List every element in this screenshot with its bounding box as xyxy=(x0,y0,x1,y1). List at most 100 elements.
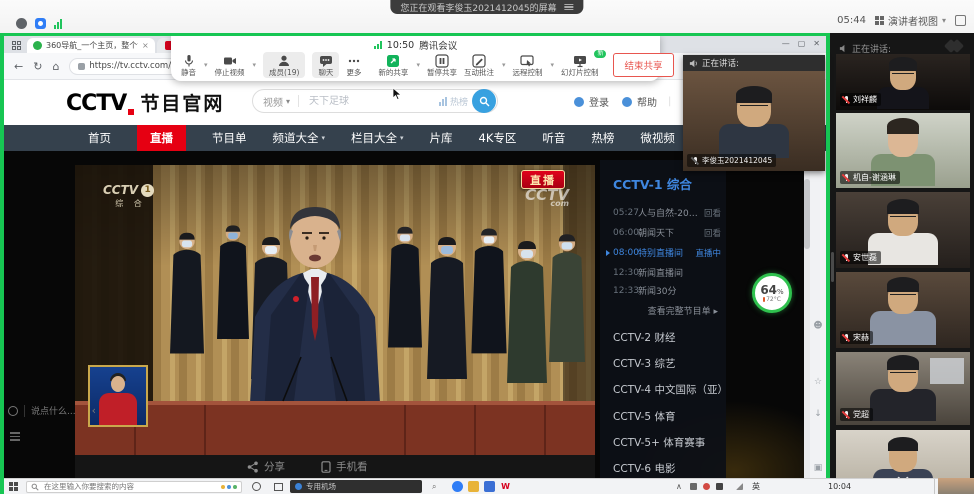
tray-clock[interactable]: 10:04 xyxy=(828,479,851,494)
channel-item-cctv4[interactable]: CCTV-4 中文国际（亚） xyxy=(613,382,728,397)
nav-audio[interactable]: 听音 xyxy=(542,130,565,146)
browser-tab-360[interactable]: 360导航_一个主页，整个世界 × xyxy=(27,38,155,53)
fullscreen-icon[interactable] xyxy=(955,15,966,26)
members-button[interactable]: 成员(19) xyxy=(263,52,305,79)
channel-item-cctv2[interactable]: CCTV-2 财经 xyxy=(613,330,675,345)
stop-video-button[interactable]: 停止视频 xyxy=(215,54,245,77)
site-search-box[interactable]: 视频 ▾ 热榜 xyxy=(252,89,498,113)
taskbar-search[interactable] xyxy=(26,481,242,493)
channel-item-cctv6[interactable]: CCTV-6 电影 xyxy=(613,461,675,476)
participant-tile[interactable]: 党超 xyxy=(836,352,970,425)
tray-display-icon[interactable] xyxy=(716,479,723,494)
taskbar-widget[interactable]: 专用机场 xyxy=(290,480,422,493)
nav-hot[interactable]: 热榜 xyxy=(591,130,614,146)
participant-tile[interactable]: 机自-谢涵琳 xyxy=(836,113,970,188)
search-glyph-icon[interactable]: ⌕ xyxy=(432,479,436,494)
hot-label[interactable]: 热榜 xyxy=(450,95,468,108)
share-button[interactable]: 分享 xyxy=(247,459,285,474)
channel-item-cctv5[interactable]: CCTV-5 体育 xyxy=(613,409,675,424)
nav-library[interactable]: 片库 xyxy=(430,130,453,146)
side-user-icon[interactable]: ☻ xyxy=(813,321,823,331)
login-link[interactable]: 登录 xyxy=(589,94,609,109)
nav-channels[interactable]: 频道大全▾ xyxy=(273,130,326,146)
taskbar-app-browser[interactable] xyxy=(452,479,463,494)
taskbar-search-input[interactable] xyxy=(42,481,218,492)
channel-item-cctv3[interactable]: CCTV-3 综艺 xyxy=(613,356,675,371)
search-button[interactable] xyxy=(472,89,496,113)
schedule-row[interactable]: 05:27 人与自然-2022-220 回看 xyxy=(613,206,721,219)
cctv-logo[interactable]: CCTV 节目官网 xyxy=(66,89,224,116)
minimize-icon[interactable]: — xyxy=(782,39,790,48)
chevron-down-icon[interactable]: ▾ xyxy=(502,61,506,69)
tab-grid-icon[interactable] xyxy=(12,41,21,50)
schedule-row-live[interactable]: 08:00 特别直播间 直播中 xyxy=(613,246,721,259)
danmu-input[interactable]: 说点什么... xyxy=(31,404,76,417)
nav-home[interactable]: 首页 xyxy=(88,130,111,146)
taskbar-app-wps[interactable]: W xyxy=(500,479,511,494)
schedule-badge[interactable]: 回看 xyxy=(704,227,721,239)
chevron-down-icon[interactable]: ▾ xyxy=(416,61,420,69)
playlist-icon[interactable] xyxy=(10,432,20,441)
sidebar-scrollbar[interactable] xyxy=(831,252,834,282)
tab-close-icon[interactable]: × xyxy=(142,41,149,50)
annotate-button[interactable]: 互动批注 xyxy=(464,54,494,77)
show-desktop-button[interactable] xyxy=(934,479,938,494)
side-star-icon[interactable]: ☆ xyxy=(813,377,823,387)
schedule-row[interactable]: 12:33 新闻30分 xyxy=(613,284,721,297)
side-download-icon[interactable]: ↓ xyxy=(813,409,823,419)
start-button[interactable] xyxy=(9,479,18,494)
refresh-icon[interactable]: ↻ xyxy=(33,60,42,73)
chevron-down-icon[interactable]: ▾ xyxy=(204,61,208,69)
more-button[interactable]: 更多 xyxy=(346,54,361,77)
task-view-button[interactable] xyxy=(274,479,283,494)
chevron-down-icon[interactable]: ▾ xyxy=(253,61,257,69)
nav-program-list[interactable]: 节目单 xyxy=(212,130,247,146)
watching-banner[interactable]: 您正在观看李俊玉2021412045的屏幕 xyxy=(390,0,583,14)
participant-tile[interactable]: 刘祥麟 xyxy=(836,54,970,110)
home-icon[interactable]: ⌂ xyxy=(52,60,59,73)
chat-button[interactable]: 聊天 xyxy=(312,52,339,79)
channel-title[interactable]: CCTV-1 综合 xyxy=(613,174,692,193)
nav-microvideo[interactable]: 微视频 xyxy=(640,130,675,146)
tray-network-icon[interactable] xyxy=(736,479,743,494)
mobile-watch-button[interactable]: 手机看 xyxy=(321,459,368,474)
full-schedule-link[interactable]: 查看完整节目单 ▸ xyxy=(648,304,718,317)
search-input[interactable] xyxy=(307,95,439,108)
schedule-row[interactable]: 12:30 新闻直播间 xyxy=(613,266,721,279)
back-icon[interactable]: ← xyxy=(14,60,23,73)
end-share-button[interactable]: 结束共享 xyxy=(613,53,673,77)
new-share-button[interactable]: 新的共享 xyxy=(378,54,408,77)
schedule-row[interactable]: 06:00 朝闻天下 回看 xyxy=(613,226,721,239)
slide-control-button[interactable]: 新 幻灯片控制 xyxy=(561,54,599,77)
participant-tile[interactable]: 宋赫 xyxy=(836,272,970,348)
mute-button[interactable]: 静音 xyxy=(181,54,196,77)
chevron-down-icon[interactable]: ▾ xyxy=(550,61,554,69)
close-icon[interactable]: ✕ xyxy=(813,39,820,48)
help-link[interactable]: 帮助 xyxy=(637,94,657,109)
system-gauge-ball[interactable]: 64% 72°C xyxy=(752,273,792,313)
live-video-player[interactable]: CCTV1 综 合 直播 CCTV com xyxy=(75,165,595,455)
view-mode-button[interactable]: 演讲者视图 ▾ xyxy=(875,13,946,28)
tray-volume-icon[interactable] xyxy=(690,479,697,494)
collapse-chat-icon[interactable]: ‹ xyxy=(92,404,96,417)
channel-item-cctv5plus[interactable]: CCTV-5+ 体育赛事 xyxy=(613,435,705,450)
pause-share-button[interactable]: 暂停共享 xyxy=(427,54,457,77)
ime-indicator[interactable]: 英 xyxy=(752,479,760,494)
speaking-window[interactable]: 正在讲话: 李俊玉2021412045 xyxy=(683,55,825,171)
participant-tile[interactable]: 安世磊 xyxy=(836,192,970,268)
nav-columns[interactable]: 栏目大全▾ xyxy=(351,130,404,146)
tray-app-icon[interactable] xyxy=(703,479,710,494)
emoji-icon[interactable] xyxy=(8,406,18,416)
search-category-dropdown[interactable]: 视频 ▾ xyxy=(263,94,290,109)
schedule-badge[interactable]: 回看 xyxy=(704,207,721,219)
nav-4k[interactable]: 4K专区 xyxy=(479,130,517,146)
nav-live[interactable]: 直播 xyxy=(137,125,186,151)
banner-menu-icon[interactable] xyxy=(565,4,574,11)
side-capture-icon[interactable]: ▣ xyxy=(813,463,823,473)
taskbar-app-mail[interactable] xyxy=(484,479,495,494)
remote-control-button[interactable]: 远程控制 xyxy=(512,54,542,77)
tray-expand-icon[interactable]: ∧ xyxy=(676,479,682,494)
cortana-button[interactable] xyxy=(252,479,261,494)
taskbar-app-explorer[interactable] xyxy=(468,479,479,494)
maximize-icon[interactable]: ▢ xyxy=(798,39,806,48)
